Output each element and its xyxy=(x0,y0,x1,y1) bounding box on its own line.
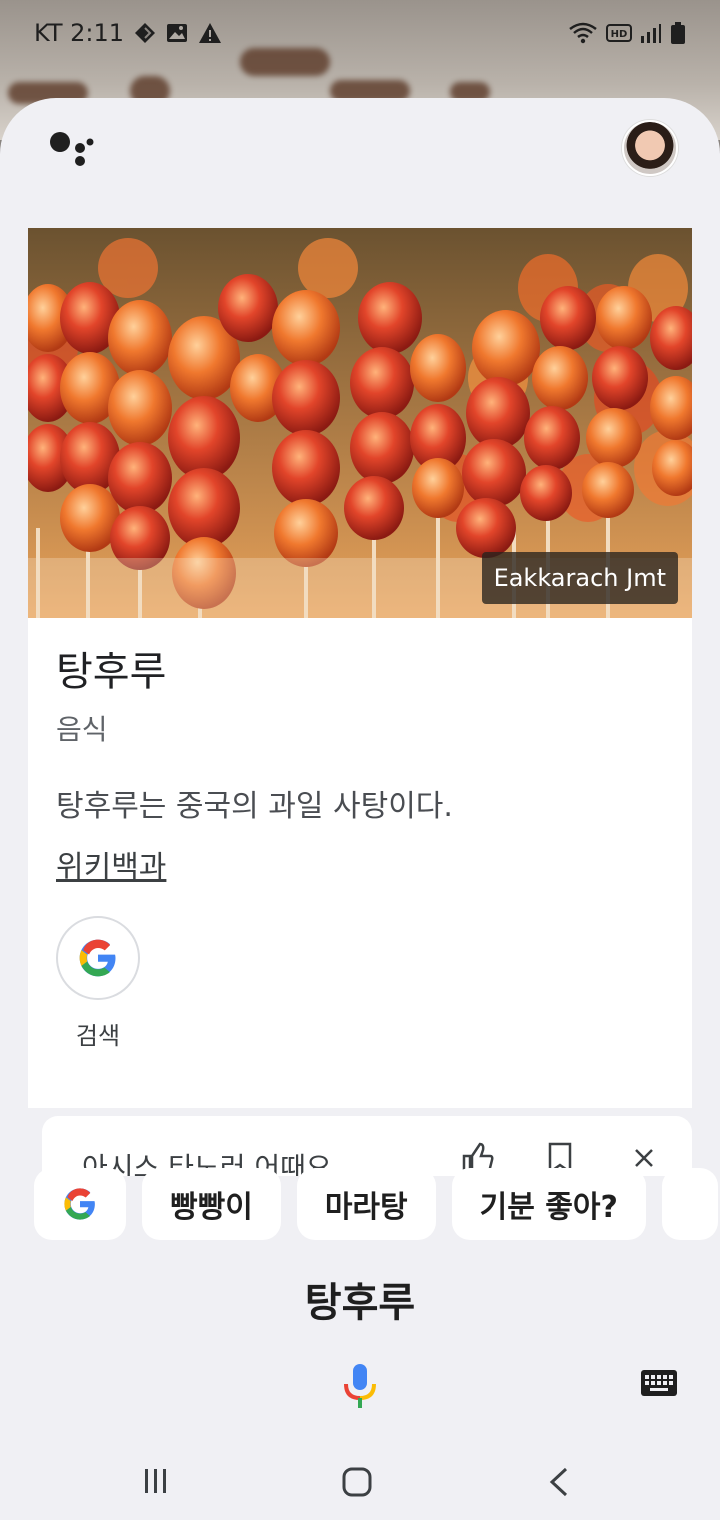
next-card-peek[interactable]: 아시스 타노러 어때요 xyxy=(42,1116,692,1176)
entity-description: 탕후루는 중국의 과일 사탕이다. xyxy=(56,789,453,824)
battery-icon xyxy=(671,22,685,44)
navigation-bar xyxy=(0,1443,720,1520)
chip-suggestion-1[interactable]: 빵빵이 xyxy=(142,1168,281,1240)
svg-text:HD: HD xyxy=(611,29,628,40)
home-icon[interactable] xyxy=(342,1467,372,1497)
chip-suggestion-2[interactable]: 마라탕 xyxy=(296,1168,436,1240)
carrier-time: KT 2:11 xyxy=(34,19,125,47)
entity-subtitle: 음식 xyxy=(56,713,108,746)
google-g-icon xyxy=(79,939,116,977)
assistant-sheet: Eakkarach Jmt 탕후루 음식 탕후루는 중국의 과일 사탕이다. 위… xyxy=(0,98,720,1520)
google-search-label: 검색 xyxy=(75,1022,121,1050)
knowledge-card[interactable]: Eakkarach Jmt 탕후루 음식 탕후루는 중국의 과일 사탕이다. 위… xyxy=(28,228,692,1108)
warning-icon xyxy=(199,23,222,43)
chip-google[interactable] xyxy=(34,1168,126,1240)
diamond-icon xyxy=(135,23,156,43)
hd-icon: HD xyxy=(606,24,632,42)
image-credit: Eakkarach Jmt xyxy=(481,552,678,604)
user-avatar[interactable] xyxy=(622,120,678,176)
image-icon xyxy=(167,24,188,42)
suggestion-chips: 빵빵이 마라탕 기분 좋아? xyxy=(0,1168,720,1248)
wikipedia-link[interactable]: 위키백과 xyxy=(56,842,166,886)
entity-title: 탕후루 xyxy=(56,649,167,695)
wifi-icon xyxy=(569,22,597,44)
recent-apps-icon[interactable] xyxy=(142,1467,170,1495)
google-search-button[interactable]: 검색 xyxy=(56,916,140,1051)
hero-image[interactable]: Eakkarach Jmt xyxy=(28,228,692,618)
google-assistant-icon[interactable] xyxy=(48,128,94,168)
chip-suggestion-3[interactable]: 기분 좋아? xyxy=(451,1168,646,1240)
microphone-icon[interactable] xyxy=(342,1362,378,1410)
back-icon[interactable] xyxy=(548,1467,570,1497)
google-g-icon xyxy=(64,1188,95,1220)
chip-suggestion-4[interactable] xyxy=(661,1168,718,1240)
status-bar: KT 2:11 HD xyxy=(0,0,720,66)
signal-icon xyxy=(641,24,661,43)
spoken-query: 탕후루 xyxy=(304,1280,416,1326)
keyboard-icon[interactable] xyxy=(640,1368,678,1398)
